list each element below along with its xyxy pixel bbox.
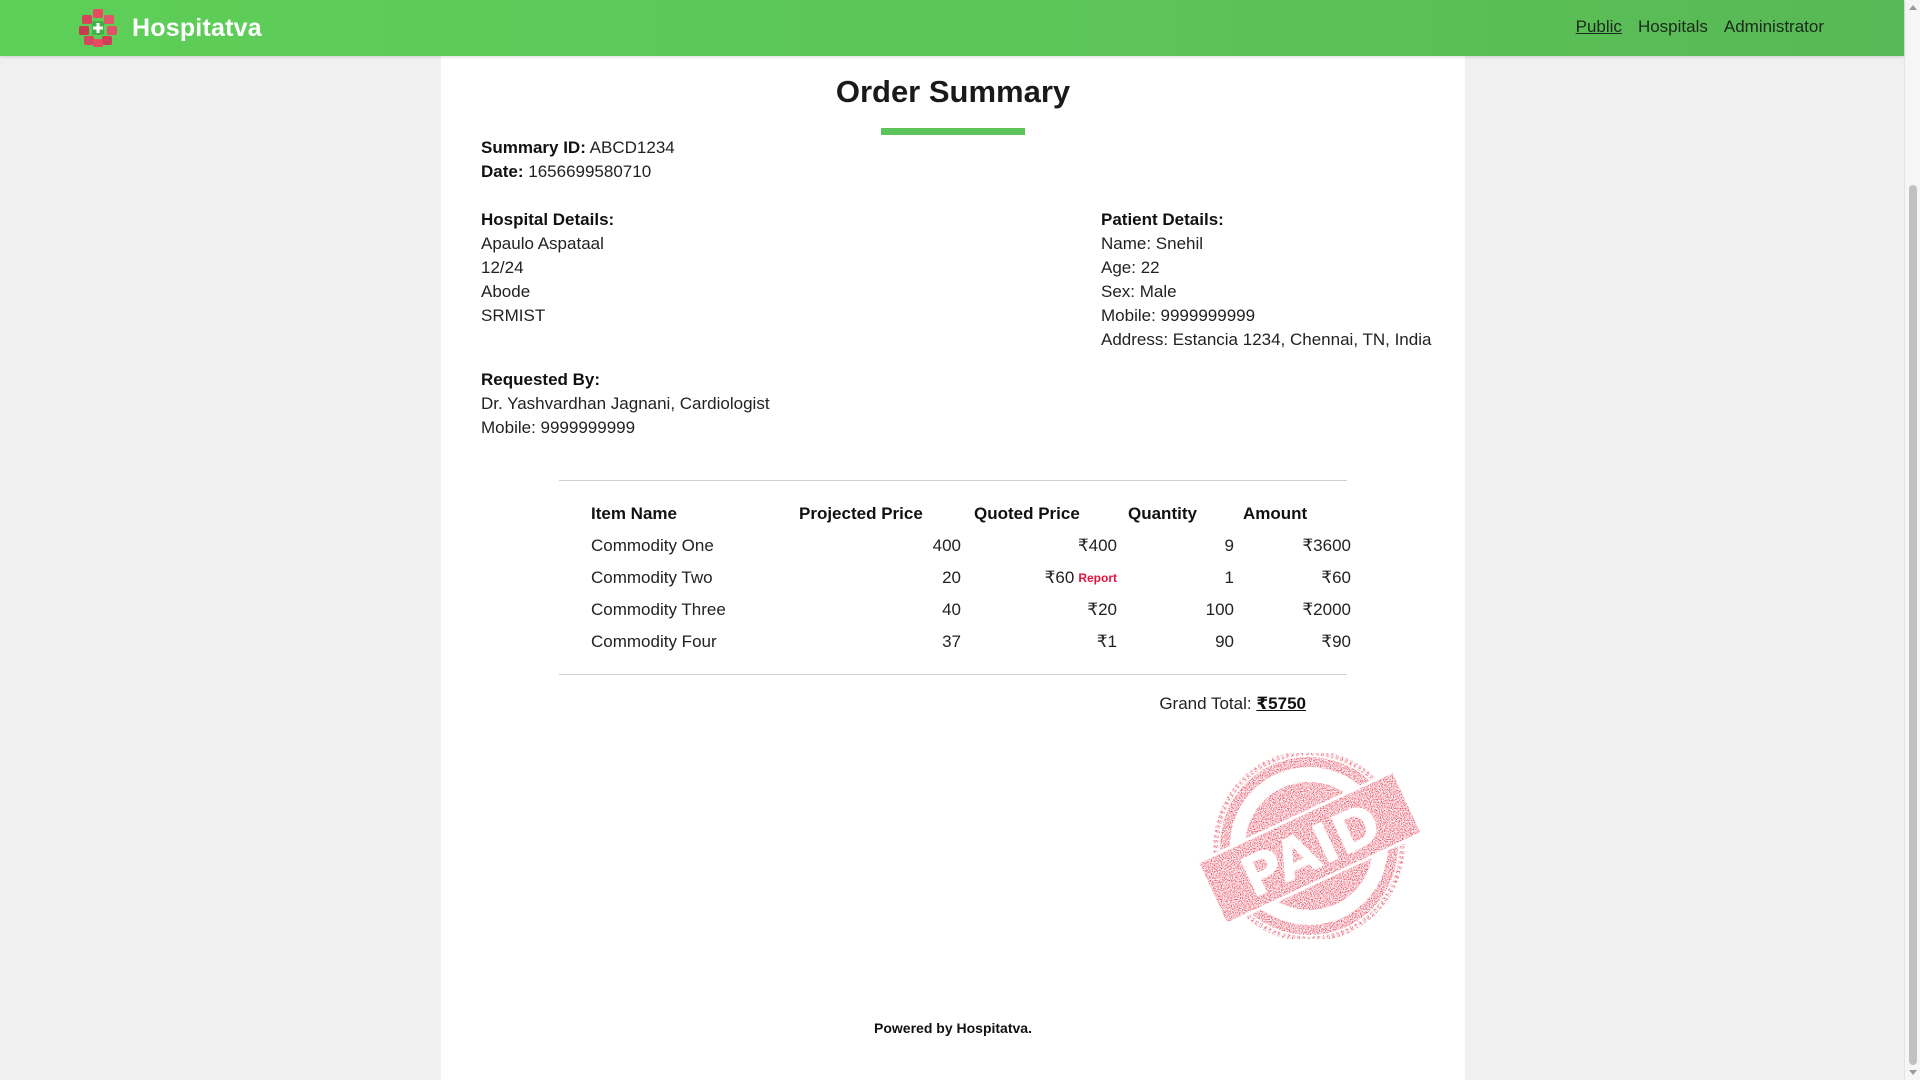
table-row: Commodity One 400 ₹400 9 ₹3600 — [591, 534, 1351, 558]
cell-quoted-with-report: ₹60 Report — [1045, 566, 1117, 590]
summary-date-label: Date: — [481, 162, 524, 181]
patient-details-heading: Patient Details: — [1101, 210, 1224, 229]
header-amount: Amount — [1243, 504, 1308, 523]
cell-quoted: ₹400 — [1077, 536, 1117, 555]
paid-stamp-icon: PAID — [1195, 750, 1425, 942]
requester-mobile: Mobile: 9999999999 — [481, 418, 636, 437]
cell-quoted: ₹60 — [1044, 568, 1075, 587]
top-navbar: Hospitatva Public Hospitals Administrato… — [0, 0, 1904, 56]
hospital-logo-icon — [79, 9, 117, 47]
hospital-name: Apaulo Aspataal — [481, 234, 604, 253]
summary-date-value: 1656699580710 — [528, 162, 652, 181]
header-projected-price: Projected Price — [799, 504, 923, 523]
requested-by-heading: Requested By: — [481, 370, 601, 389]
table-header: Item Name Projected Price Quoted Price Q… — [591, 502, 1351, 526]
summary-id-value: ABCD1234 — [589, 138, 675, 157]
summary-id: Summary ID: ABCD1234 — [481, 136, 675, 160]
table-row: Commodity Two 20 ₹60 Report 1 ₹60 — [591, 566, 1351, 590]
nav-link-public[interactable]: Public — [1576, 17, 1622, 37]
report-link[interactable]: Report — [1078, 571, 1117, 585]
cell-quantity: 9 — [1224, 536, 1234, 555]
table-row: Commodity Four 37 ₹1 90 ₹90 — [591, 630, 1351, 654]
requester-name: Dr. Yashvardhan Jagnani, Cardiologist — [481, 394, 770, 413]
cell-amount: ₹3600 — [1302, 536, 1351, 555]
summary-id-label: Summary ID: — [481, 138, 586, 157]
order-summary-document: Order Summary Summary ID: ABCD1234 Date:… — [441, 56, 1465, 1080]
vertical-scrollbar[interactable] — [1904, 0, 1920, 1080]
grand-total-label: Grand Total: — [1159, 694, 1252, 713]
cell-amount: ₹90 — [1321, 632, 1351, 651]
hospital-details-heading: Hospital Details: — [481, 210, 615, 229]
patient-name: Name: Snehil — [1101, 234, 1204, 253]
cell-amount: ₹2000 — [1302, 600, 1351, 619]
hospital-address-line: 12/24 — [481, 258, 524, 277]
cell-projected: 400 — [932, 536, 961, 555]
table-top-divider — [559, 480, 1347, 481]
hospital-address-line: Abode — [481, 282, 531, 301]
footer-powered-by: Powered by Hospitatva. — [874, 1020, 1032, 1036]
nav-link-hospitals[interactable]: Hospitals — [1638, 17, 1708, 37]
header-quoted-price: Quoted Price — [974, 504, 1080, 523]
patient-mobile: Mobile: 9999999999 — [1101, 306, 1256, 325]
cell-amount: ₹60 — [1321, 568, 1351, 587]
cell-item: Commodity Three — [591, 600, 726, 619]
cell-quoted: ₹20 — [1087, 600, 1117, 619]
cell-quantity: 90 — [1215, 632, 1234, 651]
header-quantity: Quantity — [1128, 504, 1197, 523]
patient-age: Age: 22 — [1101, 258, 1160, 277]
grand-total-amount: ₹5750 — [1256, 694, 1306, 713]
title-underline — [881, 128, 1025, 135]
scroll-up-arrow-icon[interactable] — [1909, 5, 1917, 10]
hospital-address-line: SRMIST — [481, 306, 546, 325]
brand[interactable]: Hospitatva — [78, 8, 262, 48]
page-title: Order Summary — [835, 74, 1071, 109]
cell-quantity: 100 — [1205, 600, 1234, 619]
nav-links: Public Hospitals Administrator — [1576, 17, 1824, 37]
table-bottom-divider — [559, 674, 1347, 675]
patient-address: Address: Estancia 1234, Chennai, TN, Ind… — [1101, 330, 1432, 349]
nav-link-administrator[interactable]: Administrator — [1724, 17, 1824, 37]
cell-quoted: ₹1 — [1096, 632, 1117, 651]
grand-total: Grand Total: ₹5750 — [1159, 692, 1306, 716]
cell-item: Commodity Four — [591, 632, 717, 651]
brand-name: Hospitatva — [132, 13, 262, 42]
cell-item: Commodity Two — [591, 568, 713, 587]
cell-projected: 40 — [942, 600, 961, 619]
scroll-down-arrow-icon[interactable] — [1909, 1070, 1917, 1075]
table-row: Commodity Three 40 ₹20 100 ₹2000 — [591, 598, 1351, 622]
scroll-thumb[interactable] — [1909, 185, 1917, 1065]
header-item-name: Item Name — [591, 504, 677, 523]
cell-quantity: 1 — [1224, 568, 1234, 587]
cell-item: Commodity One — [591, 536, 714, 555]
cell-projected: 37 — [942, 632, 961, 651]
summary-date: Date: 1656699580710 — [481, 160, 651, 184]
patient-sex: Sex: Male — [1101, 282, 1177, 301]
cell-projected: 20 — [942, 568, 961, 587]
